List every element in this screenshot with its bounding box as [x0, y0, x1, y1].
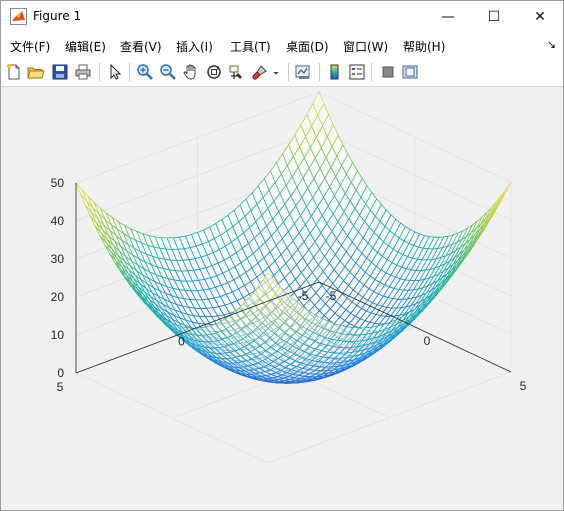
show-plot-tools-icon: [402, 65, 418, 79]
insert-legend-button[interactable]: [347, 62, 367, 82]
z-tick-label: 30: [51, 252, 65, 266]
link-plot-icon: [295, 65, 310, 79]
window-title: Figure 1: [33, 9, 82, 23]
figure-canvas[interactable]: 0 10 20 30 40 50 5 0 -5 -5 0 5: [1, 87, 563, 510]
data-cursor-button[interactable]: [226, 62, 246, 82]
zoom-out-button[interactable]: [158, 62, 178, 82]
z-tick-label: 0: [57, 366, 64, 380]
print-button[interactable]: [73, 62, 93, 82]
hide-plot-tools-button[interactable]: [378, 62, 398, 82]
z-tick-label: 10: [51, 328, 65, 342]
show-plot-tools-button[interactable]: [400, 62, 420, 82]
menu-desktop[interactable]: 桌面(D): [286, 38, 329, 55]
pointer-arrow-icon: [110, 63, 122, 80]
figure-window: Figure 1 — ☐ ✕ 文件(F) 编辑(E) 查看(V) 插入(I) 工…: [0, 0, 564, 511]
hand-icon: [183, 64, 196, 80]
save-button[interactable]: [50, 62, 70, 82]
toolbar-separator: [371, 63, 372, 81]
surface-plot[interactable]: 0 10 20 30 40 50 5 0 -5 -5 0 5: [1, 87, 563, 510]
x-tick-label: 5: [520, 379, 527, 393]
title-bar[interactable]: Figure 1 — ☐ ✕: [1, 1, 563, 33]
surface-mesh: [75, 91, 512, 384]
link-plot-button[interactable]: [293, 62, 313, 82]
new-file-icon: [7, 64, 20, 80]
chevron-down-icon: [273, 72, 279, 75]
brush-dropdown-button[interactable]: [270, 62, 282, 82]
figure-toolbar: [1, 58, 563, 87]
x-tick-label: 0: [424, 334, 431, 348]
open-file-button[interactable]: [26, 62, 46, 82]
print-icon: [75, 64, 91, 80]
z-tick-label: 20: [51, 290, 65, 304]
menu-insert[interactable]: 插入(I): [176, 38, 213, 55]
new-figure-button[interactable]: [4, 62, 24, 82]
rotate-3d-icon: [207, 65, 221, 79]
data-cursor-icon: [229, 65, 242, 79]
menu-edit[interactable]: 编辑(E): [65, 38, 106, 55]
save-icon: [52, 64, 68, 80]
minimize-button[interactable]: —: [425, 1, 471, 32]
zoom-in-button[interactable]: [135, 62, 155, 82]
pan-button[interactable]: [181, 62, 201, 82]
close-button[interactable]: ✕: [517, 1, 563, 32]
edit-plot-button[interactable]: [105, 62, 125, 82]
insert-colorbar-button[interactable]: [325, 62, 345, 82]
menu-file[interactable]: 文件(F): [10, 38, 50, 55]
toolbar-separator: [319, 63, 320, 81]
legend-icon: [349, 64, 365, 80]
x-tick-label: -5: [326, 289, 337, 303]
y-tick-label: -5: [298, 289, 309, 303]
menu-window[interactable]: 窗口(W): [343, 38, 388, 55]
floor-gridline: [267, 371, 512, 464]
rotate-3d-button[interactable]: [204, 62, 224, 82]
z-tick-label: 40: [51, 214, 65, 228]
maximize-button[interactable]: ☐: [471, 1, 517, 32]
toolbar-separator: [99, 63, 100, 81]
colorbar-icon: [330, 64, 339, 80]
toolbar-separator: [288, 63, 289, 81]
menu-help[interactable]: 帮助(H): [403, 38, 445, 55]
matlab-icon: [10, 8, 27, 25]
surface-cell: [75, 182, 88, 202]
z-tick-label: 50: [51, 176, 65, 190]
zoom-in-icon: [137, 64, 153, 80]
zoom-out-icon: [160, 64, 176, 80]
folder-open-icon: [27, 67, 45, 79]
menu-tools[interactable]: 工具(T): [230, 38, 271, 55]
y-tick-label: 5: [57, 380, 64, 394]
toolbar-separator: [129, 63, 130, 81]
brush-button[interactable]: [250, 62, 270, 82]
brush-icon: [252, 65, 267, 80]
menu-overflow-icon[interactable]: ↘: [547, 38, 556, 51]
menu-bar: 文件(F) 编辑(E) 查看(V) 插入(I) 工具(T) 桌面(D) 窗口(W…: [1, 34, 563, 56]
hide-plot-tools-icon: [382, 66, 394, 78]
menu-view[interactable]: 查看(V): [120, 38, 162, 55]
y-tick-label: 0: [178, 335, 185, 349]
